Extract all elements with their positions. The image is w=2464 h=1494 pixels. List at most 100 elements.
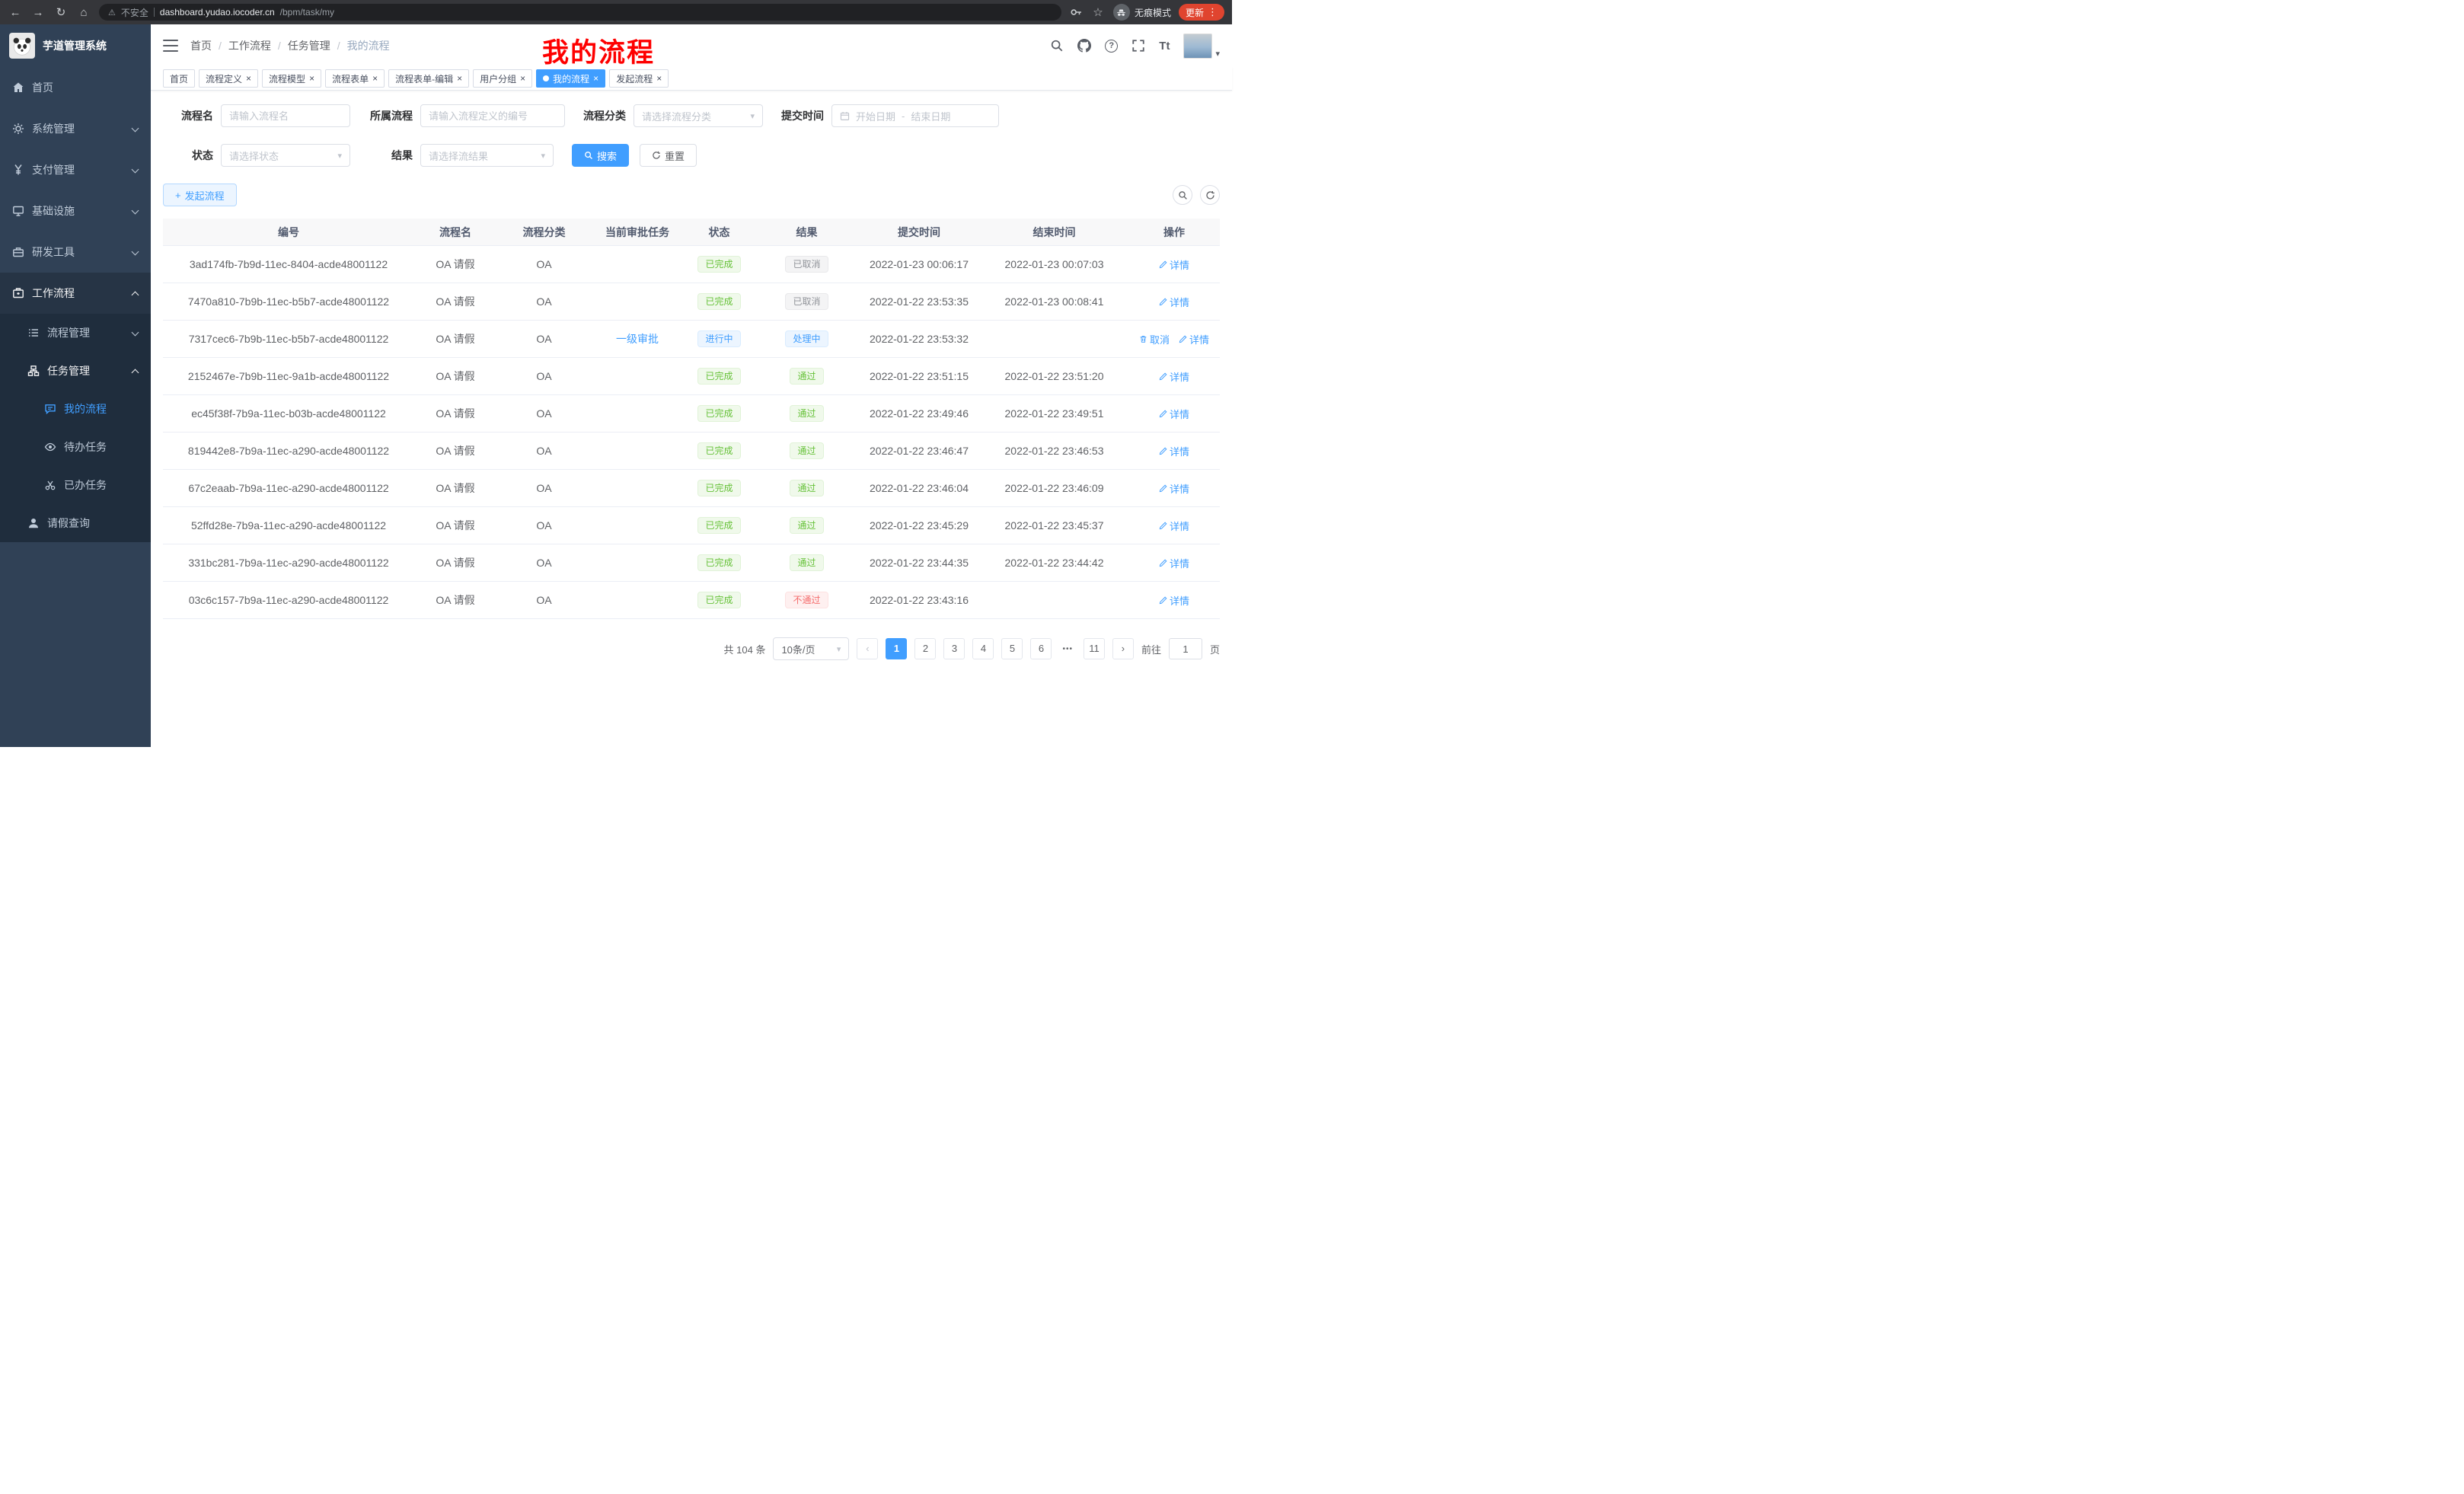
tab-process-model[interactable]: 流程模型× [262,69,321,88]
tab-my-process[interactable]: 我的流程× [536,69,605,88]
cell-id: 331bc281-7b9a-11ec-a290-acde48001122 [163,557,414,569]
reload-icon[interactable]: ↻ [53,5,69,19]
page-button[interactable]: 11 [1084,638,1105,659]
plus-icon: + [175,190,181,201]
cell-actions: 详情 [1128,444,1220,458]
page-button[interactable]: 6 [1030,638,1052,659]
show-search-icon[interactable] [1173,185,1192,205]
avatar[interactable] [1183,34,1212,59]
sidebar-item-my-process[interactable]: 我的流程 [0,390,151,428]
browser-home-icon[interactable]: ⌂ [76,6,91,19]
cell-submit-time: 2022-01-22 23:46:04 [858,482,980,494]
cell-result: 处理中 [755,330,858,347]
password-key-icon[interactable] [1069,5,1083,19]
status-select[interactable]: 请选择状态 ▾ [221,144,350,167]
close-icon[interactable]: × [309,74,314,83]
breadcrumb: 首页 / 工作流程 / 任务管理 / 我的流程 [190,38,390,53]
detail-button[interactable]: 详情 [1159,444,1189,458]
breadcrumb-item[interactable]: 首页 [190,38,212,53]
caret-down-icon: ▾ [837,644,841,654]
detail-button[interactable]: 详情 [1159,519,1189,533]
detail-button[interactable]: 详情 [1159,556,1189,570]
cell-result: 通过 [755,517,858,534]
close-icon[interactable]: × [246,74,251,83]
breadcrumb-item[interactable]: 工作流程 [228,38,271,53]
detail-button[interactable]: 详情 [1159,481,1189,496]
page-button[interactable]: 5 [1001,638,1023,659]
tab-process-form[interactable]: 流程表单× [325,69,385,88]
sidebar-item-payment[interactable]: 支付管理 [0,149,151,190]
result-select[interactable]: 请选择流结果 ▾ [420,144,554,167]
process-definition-input[interactable] [420,104,565,127]
github-icon[interactable] [1077,39,1091,53]
edit-icon [1159,298,1167,306]
detail-button[interactable]: 详情 [1159,369,1189,384]
address-bar[interactable]: ⚠ 不安全 dashboard.yudao.iocoder.cn /bpm/ta… [99,4,1061,21]
search-icon[interactable] [1050,39,1064,53]
close-icon[interactable]: × [457,74,462,83]
goto-page-input[interactable] [1169,638,1202,659]
help-icon[interactable] [1105,40,1118,53]
cell-status: 已完成 [683,480,755,496]
font-size-icon[interactable]: Tt [1159,40,1170,53]
tab-user-group[interactable]: 用户分组× [473,69,532,88]
update-button[interactable]: 更新 ⋮ [1179,4,1224,21]
tab-label: 流程定义 [206,72,242,85]
sidebar-item-process-management[interactable]: 流程管理 [0,314,151,352]
next-page-button[interactable]: › [1112,638,1134,659]
sidebar-toggle-icon[interactable] [163,40,178,52]
process-category-select[interactable]: 请选择流程分类 ▾ [634,104,763,127]
page-button[interactable]: 1 [886,638,907,659]
sidebar-item-devtools[interactable]: 研发工具 [0,231,151,273]
sidebar-item-system[interactable]: 系统管理 [0,108,151,149]
cancel-button[interactable]: 取消 [1139,332,1170,346]
page-size-select[interactable]: 10条/页 ▾ [773,637,849,660]
sidebar-item-todo-tasks[interactable]: 待办任务 [0,428,151,466]
detail-button[interactable]: 详情 [1159,593,1189,608]
prev-page-button[interactable]: ‹ [857,638,878,659]
page-button[interactable]: 3 [943,638,965,659]
sidebar-item-label: 支付管理 [32,162,75,177]
cell-end-time: 2022-01-22 23:49:51 [980,407,1128,420]
bookmark-star-icon[interactable]: ☆ [1090,5,1106,19]
detail-button[interactable]: 详情 [1179,332,1209,346]
current-task-link[interactable]: 一级审批 [616,333,659,345]
create-process-button[interactable]: + 发起流程 [163,184,237,206]
tab-start-process[interactable]: 发起流程× [609,69,669,88]
close-icon[interactable]: × [656,74,662,83]
cell-current-task: 一级审批 [592,331,683,346]
detail-button[interactable]: 详情 [1159,407,1189,421]
sidebar-item-infrastructure[interactable]: 基础设施 [0,190,151,231]
detail-button[interactable]: 详情 [1159,295,1189,309]
forward-icon[interactable]: → [30,6,46,19]
close-icon[interactable]: × [520,74,525,83]
detail-label: 详情 [1170,295,1189,309]
submit-time-range-picker[interactable]: 开始日期 - 结束日期 [831,104,999,127]
user-menu[interactable]: ▾ [1183,34,1220,59]
close-icon[interactable]: × [593,74,598,83]
tab-process-definition[interactable]: 流程定义 × [199,69,258,88]
more-pages-icon[interactable]: ••• [1059,645,1076,653]
sidebar-item-home[interactable]: 首页 [0,67,151,108]
detail-button[interactable]: 详情 [1159,257,1189,272]
cell-submit-time: 2022-01-23 00:06:17 [858,258,980,270]
tab-process-form-edit[interactable]: 流程表单-编辑× [388,69,469,88]
breadcrumb-item[interactable]: 任务管理 [288,38,330,53]
refresh-table-icon[interactable] [1200,185,1220,205]
sidebar-item-workflow[interactable]: 工作流程 [0,273,151,314]
browser-menu-icon[interactable]: ⋮ [1208,6,1218,18]
search-button[interactable]: 搜索 [572,144,629,167]
sidebar-item-task-management[interactable]: 任务管理 [0,352,151,390]
close-icon[interactable]: × [372,74,378,83]
sidebar-item-done-tasks[interactable]: 已办任务 [0,466,151,504]
page-button[interactable]: 4 [972,638,994,659]
reset-button[interactable]: 重置 [640,144,697,167]
sidebar-item-leave-query[interactable]: 请假查询 [0,504,151,542]
page-button[interactable]: 2 [914,638,936,659]
cell-end-time: 2022-01-23 00:07:03 [980,258,1128,270]
search-icon [584,151,593,160]
back-icon[interactable]: ← [8,6,23,19]
process-name-input[interactable] [221,104,350,127]
tab-home[interactable]: 首页 [163,69,195,88]
fullscreen-icon[interactable] [1131,39,1145,53]
